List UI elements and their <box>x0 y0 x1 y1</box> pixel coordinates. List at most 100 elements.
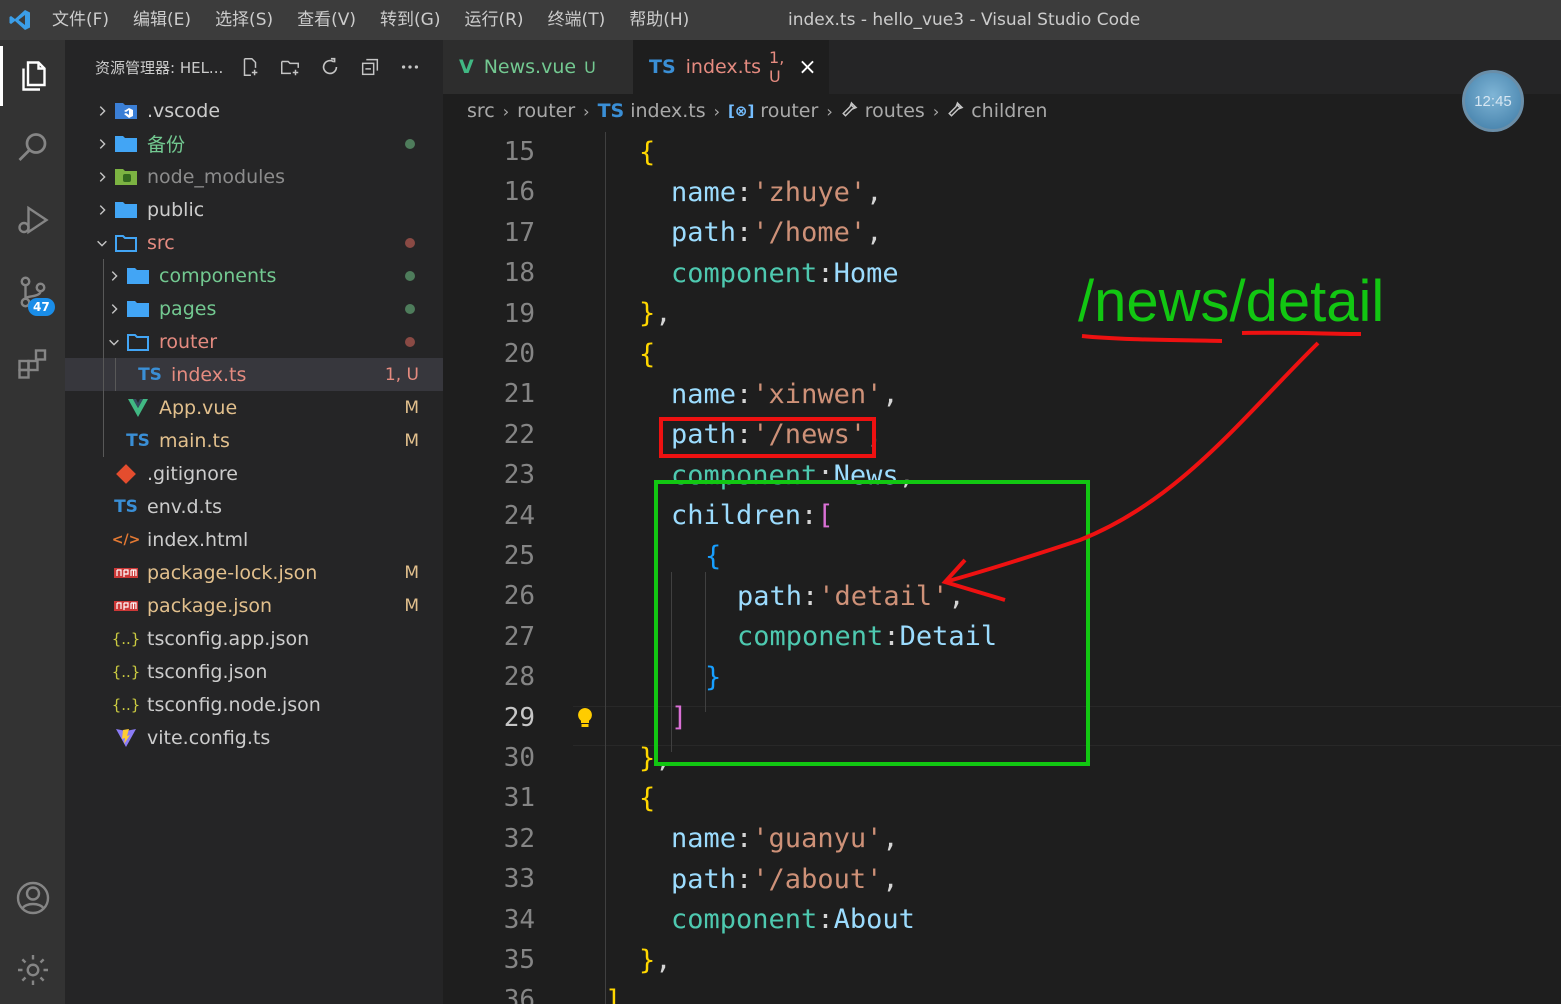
new-file-icon[interactable] <box>237 54 263 80</box>
chevron-right-icon[interactable] <box>91 100 113 122</box>
tree-item-tsconfig-json[interactable]: {..} tsconfig.json <box>65 655 443 688</box>
code-token: : <box>736 863 753 895</box>
chevron-right-icon[interactable] <box>103 298 125 320</box>
code-line[interactable]: 28} <box>443 657 1561 697</box>
tree-item-public[interactable]: public <box>65 193 443 226</box>
editor-tabs: V News.vue U TS index.ts 1, U × <box>443 40 1561 94</box>
tab-news-vue[interactable]: V News.vue U <box>443 40 633 94</box>
code-line[interactable]: 24 children:[ <box>443 496 1561 536</box>
collapse-all-icon[interactable] <box>357 54 383 80</box>
tree-item-index-html[interactable]: </> index.html <box>65 523 443 556</box>
code-token: } <box>639 944 656 976</box>
chevron-down-icon[interactable] <box>91 232 113 254</box>
tree-item-env-d-ts[interactable]: TS env.d.ts <box>65 490 443 523</box>
status-dot <box>405 138 415 149</box>
breadcrumb-item[interactable]: children <box>971 100 1047 122</box>
settings-gear-icon[interactable] <box>0 940 65 1000</box>
npm-icon <box>113 561 139 585</box>
tree-item-main-ts[interactable]: TS main.ts M <box>65 424 443 457</box>
line-number: 29 <box>503 702 535 733</box>
tree-item-gitignore[interactable]: .gitignore <box>65 457 443 490</box>
line-number: 25 <box>503 541 535 571</box>
menu-item[interactable]: 编辑(E) <box>121 0 203 40</box>
explorer-icon[interactable] <box>0 46 65 106</box>
code-line[interactable]: 17 path:'/home', <box>443 213 1561 253</box>
extensions-icon[interactable] <box>0 334 65 394</box>
menu-item[interactable]: 文件(F) <box>40 0 121 40</box>
menu-item[interactable]: 查看(V) <box>285 0 368 40</box>
breadcrumb-item[interactable]: router <box>517 100 575 122</box>
code-token: } <box>639 742 656 774</box>
code-editor[interactable]: 15{16 name:'zhuye', 17 path:'/home', 18 compo… <box>443 132 1561 1004</box>
menu-item[interactable]: 转到(G) <box>368 0 452 40</box>
tree-item-label: router <box>159 330 218 353</box>
menu-item[interactable]: 选择(S) <box>203 0 285 40</box>
tree-item-[interactable]: 备份 <box>65 127 443 160</box>
account-icon[interactable] <box>0 868 65 928</box>
chevron-right-icon[interactable] <box>91 133 113 155</box>
ts-icon: TS <box>126 430 150 451</box>
wrench-icon <box>841 100 859 123</box>
code-line[interactable]: 31 { <box>443 778 1561 818</box>
source-control-icon[interactable]: 47 <box>0 262 65 322</box>
refresh-icon[interactable] <box>317 54 343 80</box>
code-line[interactable]: 30}, <box>443 738 1561 778</box>
scm-badge: 47 <box>28 298 55 316</box>
code-line[interactable]: 16 name:'zhuye', <box>443 172 1561 212</box>
tree-item-pages[interactable]: pages <box>65 292 443 325</box>
code-line[interactable]: 20 { <box>443 334 1561 374</box>
breadcrumb-item[interactable]: src <box>467 100 495 122</box>
code-line[interactable]: 33 path:'/about', <box>443 859 1561 899</box>
tree-item-label: index.html <box>147 528 249 551</box>
breadcrumb-item[interactable]: routes <box>865 100 925 122</box>
code-line[interactable]: 21 name:'xinwen', <box>443 374 1561 414</box>
code-line[interactable]: 15 { <box>443 132 1561 172</box>
close-tab-icon[interactable]: × <box>798 55 816 80</box>
chevron-right-icon: › <box>713 101 721 121</box>
chevron-down-icon[interactable] <box>103 331 125 353</box>
chevron-right-icon[interactable] <box>91 199 113 221</box>
tree-item-app-vue[interactable]: App.vue M <box>65 391 443 424</box>
code-line[interactable]: 23 component:News, <box>443 455 1561 495</box>
tree-item-node-modules[interactable]: node_modules <box>65 160 443 193</box>
search-icon[interactable] <box>0 118 65 178</box>
more-actions-icon[interactable] <box>397 54 423 80</box>
tree-item-tsconfig-node-json[interactable]: {..} tsconfig.node.json <box>65 688 443 721</box>
code-token: name <box>671 176 737 208</box>
tree-item-index-ts[interactable]: TS index.ts 1, U <box>65 358 443 391</box>
chevron-right-icon[interactable] <box>103 265 125 287</box>
tree-item-src[interactable]: src <box>65 226 443 259</box>
code-line[interactable]: 32 name:'guanyu', <box>443 819 1561 859</box>
code-line[interactable]: 25 { <box>443 536 1561 576</box>
run-debug-icon[interactable] <box>0 190 65 250</box>
tree-item-package-lock-json[interactable]: package-lock.json M <box>65 556 443 589</box>
code-text: component:Detail <box>737 621 997 652</box>
code-line[interactable]: 29] <box>443 698 1561 738</box>
tree-item-vscode[interactable]: .vscode <box>65 94 443 127</box>
code-line[interactable]: 27 component:Detail <box>443 617 1561 657</box>
code-token: : <box>736 176 753 208</box>
explorer-header: 资源管理器: HEL... <box>65 40 443 94</box>
menu-item[interactable]: 终端(T) <box>536 0 618 40</box>
tree-item-vite-config-ts[interactable]: vite.config.ts <box>65 721 443 754</box>
lightbulb-icon[interactable] <box>575 707 595 733</box>
chevron-right-icon[interactable] <box>91 166 113 188</box>
code-line[interactable]: 34 component:About <box>443 900 1561 940</box>
breadcrumb-item[interactable]: router <box>760 100 818 122</box>
tree-item-router[interactable]: router <box>65 325 443 358</box>
menu-item[interactable]: 帮助(H) <box>617 0 701 40</box>
new-folder-icon[interactable] <box>277 54 303 80</box>
code-line[interactable]: 35}, <box>443 940 1561 980</box>
tree-item-tsconfig-app-json[interactable]: {..} tsconfig.app.json <box>65 622 443 655</box>
code-line[interactable]: 22 path:'/news', <box>443 415 1561 455</box>
code-line[interactable]: 19}, <box>443 294 1561 334</box>
tree-item-components[interactable]: components <box>65 259 443 292</box>
code-line[interactable]: 26 path:'detail', <box>443 576 1561 616</box>
tab-index-ts[interactable]: TS index.ts 1, U × <box>633 40 829 94</box>
line-number: 28 <box>503 662 535 693</box>
menu-item[interactable]: 运行(R) <box>452 0 535 40</box>
code-line[interactable]: 18 component:Home <box>443 253 1561 293</box>
breadcrumb-item[interactable]: index.ts <box>630 100 705 122</box>
tree-item-package-json[interactable]: package.json M <box>65 589 443 622</box>
code-line[interactable]: 36] <box>443 980 1561 1004</box>
